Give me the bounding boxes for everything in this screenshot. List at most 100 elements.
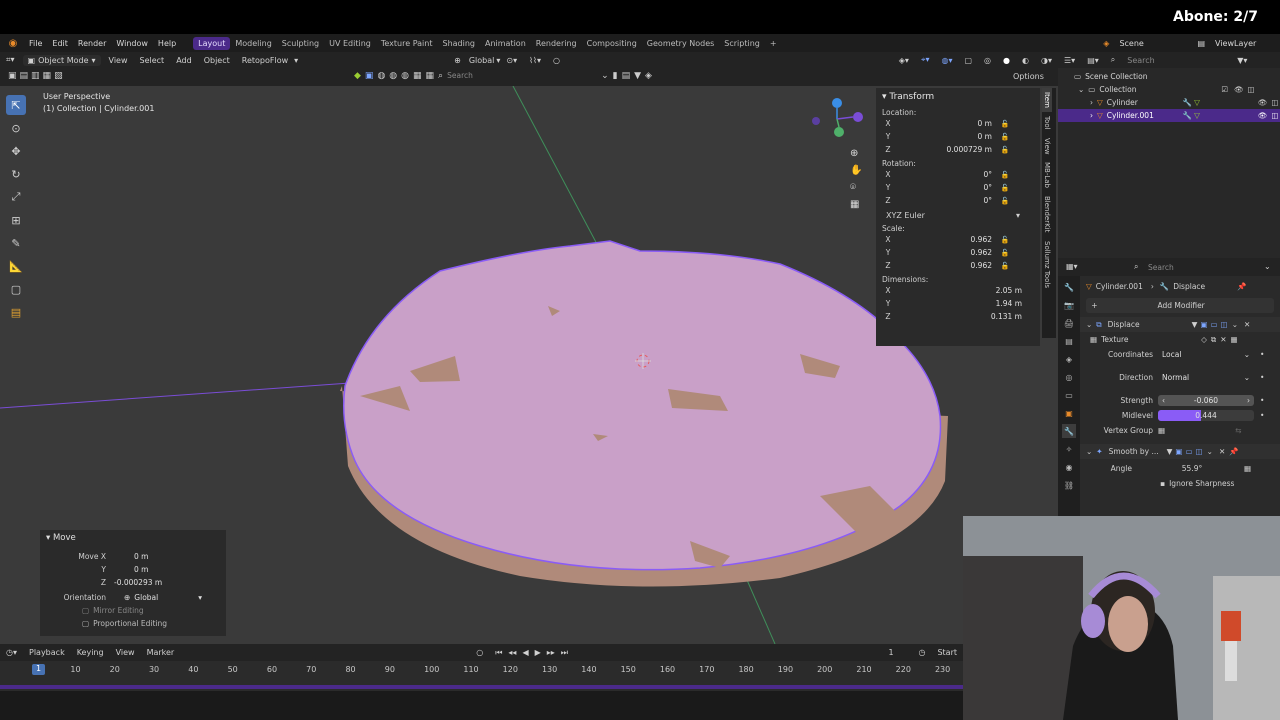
pin-icon[interactable]: ▮ bbox=[613, 71, 618, 81]
add-cube-tool-icon[interactable]: ▢ bbox=[6, 279, 26, 299]
scale-x-field[interactable]: 0.962 bbox=[900, 235, 992, 244]
tool-icon[interactable]: ◍ bbox=[377, 71, 385, 81]
shading-wireframe-icon[interactable]: ◎ bbox=[978, 56, 997, 65]
start-frame-label[interactable]: Start bbox=[931, 648, 963, 657]
move-z-field[interactable]: -0.000293 m bbox=[114, 578, 214, 587]
editor-type-icon[interactable]: ⌗▾ bbox=[0, 55, 21, 65]
tab-shading[interactable]: Shading bbox=[437, 37, 480, 50]
current-frame-field[interactable]: 1 bbox=[882, 648, 912, 657]
shading-material-icon[interactable]: ◐ bbox=[1016, 56, 1035, 65]
add-workspace-icon[interactable]: + bbox=[765, 37, 782, 50]
options-button[interactable]: Options bbox=[1013, 72, 1044, 81]
scene-name[interactable]: Scene bbox=[1114, 39, 1192, 48]
menu-select[interactable]: Select bbox=[134, 56, 171, 65]
tab-sollumz-tools[interactable]: Sollumz Tools bbox=[1042, 237, 1052, 292]
tab-sculpting[interactable]: Sculpting bbox=[277, 37, 324, 50]
pan-hand-icon[interactable]: ✋ bbox=[850, 165, 862, 176]
transform-tool-icon[interactable]: ⊞ bbox=[6, 210, 26, 230]
outliner-item-cylinder-001[interactable]: › ▽ Cylinder.001 🔧 ▽ 👁 ◫ bbox=[1058, 109, 1280, 122]
location-y-field[interactable]: 0 m bbox=[900, 132, 992, 141]
mode-selector[interactable]: ▣ Object Mode ▾ bbox=[22, 54, 101, 66]
particles-icon[interactable]: ✧ bbox=[1062, 442, 1076, 456]
rotation-y-field[interactable]: 0° bbox=[900, 183, 992, 192]
shield-icon[interactable]: ◈ bbox=[645, 71, 652, 81]
shading-solid-icon[interactable]: ● bbox=[997, 56, 1016, 65]
menu-marker[interactable]: Marker bbox=[141, 648, 181, 657]
smooth-name[interactable]: Smooth by ... bbox=[1109, 447, 1167, 456]
select-invert-icon[interactable]: ▦ bbox=[43, 71, 52, 81]
tab-view[interactable]: View bbox=[1042, 134, 1052, 159]
output-icon[interactable]: 🖨 bbox=[1062, 316, 1076, 330]
angle-field[interactable]: 55.9° bbox=[1140, 464, 1244, 473]
displace-name[interactable]: Displace bbox=[1108, 320, 1192, 329]
view-layer-name[interactable]: ViewLayer bbox=[1210, 39, 1280, 48]
dimensions-z-row[interactable]: Z 0.131 m bbox=[876, 310, 1040, 323]
menu-edit[interactable]: Edit bbox=[47, 39, 73, 48]
camera-icon[interactable]: ◫ bbox=[1271, 98, 1278, 107]
close-icon[interactable]: ✕ bbox=[1244, 320, 1250, 329]
midlevel-slider[interactable]: 0.444 bbox=[1158, 410, 1254, 421]
world-icon[interactable]: ◎ bbox=[1062, 370, 1076, 384]
tab-texture-paint[interactable]: Texture Paint bbox=[376, 37, 438, 50]
mirror-editing-checkbox[interactable]: ▢ Mirror Editing bbox=[82, 606, 144, 615]
menu-view[interactable]: View bbox=[103, 56, 134, 65]
node-icon[interactable]: ▦ bbox=[1244, 464, 1251, 473]
prev-key-icon[interactable]: ◂◂ bbox=[508, 648, 516, 658]
scale-z-row[interactable]: Z 0.962 🔓 bbox=[876, 259, 1040, 272]
pin-icon[interactable]: 📌 bbox=[1237, 282, 1246, 291]
lock-icon[interactable]: 🔓 bbox=[992, 236, 1018, 244]
keyframe-dot-icon[interactable]: • bbox=[1260, 350, 1264, 359]
menu-keying[interactable]: Keying bbox=[71, 648, 110, 657]
lock-icon[interactable]: 🔓 bbox=[992, 249, 1018, 257]
scale-tool-icon[interactable]: ⤢ bbox=[6, 187, 26, 207]
scale-z-field[interactable]: 0.962 bbox=[900, 261, 992, 270]
direction-dropdown[interactable]: Normal ⌄ bbox=[1158, 372, 1254, 383]
checkbox-icon[interactable]: ☑ bbox=[1221, 85, 1228, 94]
select-box-icon[interactable]: ▣ bbox=[8, 71, 17, 81]
duplicate-icon[interactable]: ⧉ bbox=[1211, 335, 1216, 345]
render-display-icon[interactable]: ◫ bbox=[1221, 320, 1228, 329]
menu-file[interactable]: File bbox=[24, 39, 47, 48]
toolheader-search[interactable]: Search bbox=[447, 71, 597, 81]
tool-settings-icon[interactable]: 🔧 bbox=[1062, 280, 1076, 294]
zoom-icon[interactable]: ⊕ bbox=[850, 148, 862, 159]
rotation-z-row[interactable]: Z 0° 🔓 bbox=[876, 194, 1040, 207]
tab-animation[interactable]: Animation bbox=[480, 37, 531, 50]
scale-y-field[interactable]: 0.962 bbox=[900, 248, 992, 257]
constraints-icon[interactable]: ⛓ bbox=[1062, 478, 1076, 492]
tab-compositing[interactable]: Compositing bbox=[582, 37, 642, 50]
tool-icon[interactable]: ▦ bbox=[426, 71, 435, 81]
physics-icon[interactable]: ◉ bbox=[1062, 460, 1076, 474]
select-intersect-icon[interactable]: ▧ bbox=[54, 71, 63, 81]
menu-add[interactable]: Add bbox=[170, 56, 198, 65]
properties-editor-icon[interactable]: ▦▾ bbox=[1066, 262, 1078, 271]
dimensions-y-field[interactable]: 1.94 m bbox=[900, 299, 1022, 308]
next-key-icon[interactable]: ▸▸ bbox=[547, 648, 555, 658]
viewport-display-icon[interactable]: ▭ bbox=[1211, 320, 1218, 329]
move-panel-header[interactable]: ▾ Move bbox=[40, 530, 226, 546]
ignore-sharpness-row[interactable]: ▪ Ignore Sharpness bbox=[1080, 476, 1280, 491]
close-icon[interactable]: ✕ bbox=[1219, 447, 1225, 456]
modifier-icon[interactable]: 🔧 bbox=[1062, 424, 1076, 438]
tab-geometry-nodes[interactable]: Geometry Nodes bbox=[642, 37, 719, 50]
keyframe-dot-icon[interactable]: • bbox=[1260, 396, 1264, 405]
tab-tool[interactable]: Tool bbox=[1042, 112, 1052, 134]
tool-icon[interactable]: ◍ bbox=[401, 71, 409, 81]
select-subtract-icon[interactable]: ▥ bbox=[31, 71, 40, 81]
overlay-icon[interactable]: ◍▾ bbox=[935, 56, 958, 65]
measure-tool-icon[interactable]: 📐 bbox=[6, 256, 26, 276]
move-tool-icon[interactable]: ✥ bbox=[6, 141, 26, 161]
camera-icon[interactable]: ◫ bbox=[1271, 111, 1278, 120]
filter-icon[interactable]: ▼ bbox=[634, 71, 641, 81]
menu-timeline-view[interactable]: View bbox=[110, 648, 141, 657]
filter-icon[interactable]: ▼▾ bbox=[1231, 56, 1253, 65]
scale-x-row[interactable]: X 0.962 🔓 bbox=[876, 233, 1040, 246]
tab-rendering[interactable]: Rendering bbox=[531, 37, 582, 50]
pin-icon[interactable]: 📌 bbox=[1229, 447, 1238, 456]
retopo-tool-icon[interactable]: ▤ bbox=[6, 302, 26, 322]
lock-icon[interactable]: 🔓 bbox=[992, 262, 1018, 270]
rotation-y-row[interactable]: Y 0° 🔓 bbox=[876, 181, 1040, 194]
playhead[interactable]: 1 bbox=[32, 664, 45, 675]
editmode-icon[interactable]: ▣ bbox=[1200, 320, 1207, 329]
menu-help[interactable]: Help bbox=[153, 39, 181, 48]
